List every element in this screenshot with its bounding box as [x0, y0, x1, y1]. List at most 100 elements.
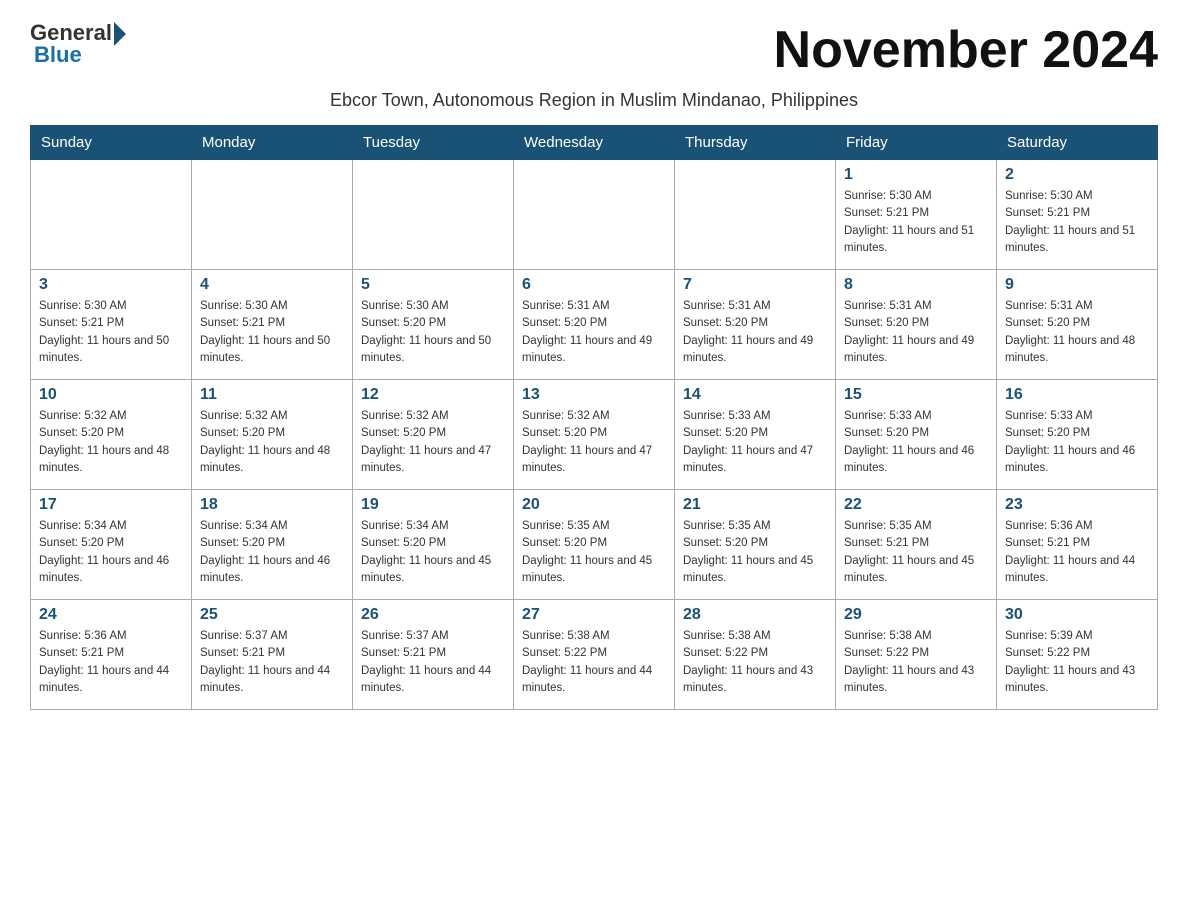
- day-number: 30: [1005, 606, 1149, 624]
- day-info: Sunrise: 5:30 AM Sunset: 5:21 PM Dayligh…: [844, 188, 988, 257]
- day-number: 3: [39, 276, 183, 294]
- day-number: 18: [200, 496, 344, 514]
- day-info: Sunrise: 5:31 AM Sunset: 5:20 PM Dayligh…: [522, 298, 666, 367]
- day-number: 9: [1005, 276, 1149, 294]
- calendar-day-cell: 11 Sunrise: 5:32 AM Sunset: 5:20 PM Dayli…: [192, 380, 353, 490]
- day-info: Sunrise: 5:30 AM Sunset: 5:21 PM Dayligh…: [200, 298, 344, 367]
- logo-arrow-icon: [114, 22, 126, 46]
- calendar-day-cell: 19Sunrise: 5:34 AM Sunset: 5:20 PM Dayli…: [353, 490, 514, 600]
- calendar-day-cell: 14 Sunrise: 5:33 AM Sunset: 5:20 PM Dayli…: [675, 380, 836, 490]
- calendar-day-cell: 15 Sunrise: 5:33 AM Sunset: 5:20 PM Dayli…: [836, 380, 997, 490]
- day-info: Sunrise: 5:32 AM Sunset: 5:20 PM Dayligh…: [200, 408, 344, 477]
- calendar-day-header: Wednesday: [514, 126, 675, 160]
- day-number: 14: [683, 386, 827, 404]
- day-info: Sunrise: 5:30 AM Sunset: 5:20 PM Dayligh…: [361, 298, 505, 367]
- calendar-day-cell: 24Sunrise: 5:36 AM Sunset: 5:21 PM Dayli…: [31, 600, 192, 710]
- calendar-table: SundayMondayTuesdayWednesdayThursdayFrid…: [30, 125, 1158, 710]
- day-info: Sunrise: 5:31 AM Sunset: 5:20 PM Dayligh…: [844, 298, 988, 367]
- day-info: Sunrise: 5:38 AM Sunset: 5:22 PM Dayligh…: [522, 628, 666, 697]
- day-number: 4: [200, 276, 344, 294]
- calendar-day-cell: 6 Sunrise: 5:31 AM Sunset: 5:20 PM Daylig…: [514, 270, 675, 380]
- day-info: Sunrise: 5:35 AM Sunset: 5:21 PM Dayligh…: [844, 518, 988, 587]
- page-header: General Blue November 2024: [30, 20, 1158, 80]
- day-number: 25: [200, 606, 344, 624]
- day-number: 17: [39, 496, 183, 514]
- calendar-day-cell: 8 Sunrise: 5:31 AM Sunset: 5:20 PM Daylig…: [836, 270, 997, 380]
- day-number: 12: [361, 386, 505, 404]
- calendar-day-cell: 7 Sunrise: 5:31 AM Sunset: 5:20 PM Daylig…: [675, 270, 836, 380]
- calendar-day-cell: 2 Sunrise: 5:30 AM Sunset: 5:21 PM Daylig…: [997, 160, 1158, 270]
- calendar-header-row: SundayMondayTuesdayWednesdayThursdayFrid…: [31, 126, 1158, 160]
- day-info: Sunrise: 5:31 AM Sunset: 5:20 PM Dayligh…: [683, 298, 827, 367]
- calendar-day-cell: 26Sunrise: 5:37 AM Sunset: 5:21 PM Dayli…: [353, 600, 514, 710]
- day-info: Sunrise: 5:30 AM Sunset: 5:21 PM Dayligh…: [39, 298, 183, 367]
- day-number: 28: [683, 606, 827, 624]
- day-info: Sunrise: 5:39 AM Sunset: 5:22 PM Dayligh…: [1005, 628, 1149, 697]
- calendar-day-cell: [675, 160, 836, 270]
- calendar-day-cell: 9 Sunrise: 5:31 AM Sunset: 5:20 PM Daylig…: [997, 270, 1158, 380]
- day-number: 6: [522, 276, 666, 294]
- day-number: 26: [361, 606, 505, 624]
- calendar-week-row: 24Sunrise: 5:36 AM Sunset: 5:21 PM Dayli…: [31, 600, 1158, 710]
- day-info: Sunrise: 5:33 AM Sunset: 5:20 PM Dayligh…: [1005, 408, 1149, 477]
- day-number: 2: [1005, 166, 1149, 184]
- calendar-week-row: 1 Sunrise: 5:30 AM Sunset: 5:21 PM Daylig…: [31, 160, 1158, 270]
- day-number: 7: [683, 276, 827, 294]
- calendar-day-cell: 20 Sunrise: 5:35 AM Sunset: 5:20 PM Dayli…: [514, 490, 675, 600]
- calendar-day-header: Monday: [192, 126, 353, 160]
- day-number: 8: [844, 276, 988, 294]
- calendar-day-header: Sunday: [31, 126, 192, 160]
- calendar-day-cell: 22 Sunrise: 5:35 AM Sunset: 5:21 PM Dayli…: [836, 490, 997, 600]
- day-info: Sunrise: 5:34 AM Sunset: 5:20 PM Dayligh…: [39, 518, 183, 587]
- calendar-day-cell: 10Sunrise: 5:32 AM Sunset: 5:20 PM Dayli…: [31, 380, 192, 490]
- logo: General Blue: [30, 20, 126, 68]
- calendar-day-cell: 28Sunrise: 5:38 AM Sunset: 5:22 PM Dayli…: [675, 600, 836, 710]
- day-info: Sunrise: 5:35 AM Sunset: 5:20 PM Dayligh…: [522, 518, 666, 587]
- page-subtitle: Ebcor Town, Autonomous Region in Muslim …: [30, 90, 1158, 111]
- day-info: Sunrise: 5:33 AM Sunset: 5:20 PM Dayligh…: [844, 408, 988, 477]
- day-number: 13: [522, 386, 666, 404]
- day-info: Sunrise: 5:37 AM Sunset: 5:21 PM Dayligh…: [200, 628, 344, 697]
- day-info: Sunrise: 5:38 AM Sunset: 5:22 PM Dayligh…: [844, 628, 988, 697]
- calendar-day-cell: [31, 160, 192, 270]
- day-number: 29: [844, 606, 988, 624]
- calendar-day-cell: [514, 160, 675, 270]
- calendar-week-row: 17 Sunrise: 5:34 AM Sunset: 5:20 PM Dayli…: [31, 490, 1158, 600]
- calendar-day-cell: 18 Sunrise: 5:34 AM Sunset: 5:20 PM Dayli…: [192, 490, 353, 600]
- calendar-day-cell: 5 Sunrise: 5:30 AM Sunset: 5:20 PM Daylig…: [353, 270, 514, 380]
- day-number: 5: [361, 276, 505, 294]
- calendar-day-cell: 30 Sunrise: 5:39 AM Sunset: 5:22 PM Dayli…: [997, 600, 1158, 710]
- calendar-day-cell: 29 Sunrise: 5:38 AM Sunset: 5:22 PM Dayli…: [836, 600, 997, 710]
- day-number: 16: [1005, 386, 1149, 404]
- day-number: 10: [39, 386, 183, 404]
- day-number: 15: [844, 386, 988, 404]
- day-info: Sunrise: 5:32 AM Sunset: 5:20 PM Dayligh…: [522, 408, 666, 477]
- day-number: 27: [522, 606, 666, 624]
- calendar-day-cell: [353, 160, 514, 270]
- calendar-day-cell: 13 Sunrise: 5:32 AM Sunset: 5:20 PM Dayli…: [514, 380, 675, 490]
- day-number: 1: [844, 166, 988, 184]
- calendar-day-cell: 17 Sunrise: 5:34 AM Sunset: 5:20 PM Dayli…: [31, 490, 192, 600]
- calendar-day-header: Friday: [836, 126, 997, 160]
- month-title: November 2024: [774, 20, 1158, 80]
- calendar-day-header: Tuesday: [353, 126, 514, 160]
- calendar-day-cell: 3 Sunrise: 5:30 AM Sunset: 5:21 PM Daylig…: [31, 270, 192, 380]
- day-info: Sunrise: 5:32 AM Sunset: 5:20 PM Dayligh…: [361, 408, 505, 477]
- day-number: 23: [1005, 496, 1149, 514]
- day-number: 24: [39, 606, 183, 624]
- day-number: 22: [844, 496, 988, 514]
- day-info: Sunrise: 5:36 AM Sunset: 5:21 PM Dayligh…: [1005, 518, 1149, 587]
- calendar-day-cell: 21Sunrise: 5:35 AM Sunset: 5:20 PM Dayli…: [675, 490, 836, 600]
- day-number: 11: [200, 386, 344, 404]
- calendar-day-cell: 16 Sunrise: 5:33 AM Sunset: 5:20 PM Dayli…: [997, 380, 1158, 490]
- day-number: 19: [361, 496, 505, 514]
- calendar-day-cell: [192, 160, 353, 270]
- day-info: Sunrise: 5:34 AM Sunset: 5:20 PM Dayligh…: [200, 518, 344, 587]
- calendar-day-header: Saturday: [997, 126, 1158, 160]
- day-info: Sunrise: 5:33 AM Sunset: 5:20 PM Dayligh…: [683, 408, 827, 477]
- day-info: Sunrise: 5:35 AM Sunset: 5:20 PM Dayligh…: [683, 518, 827, 587]
- day-number: 20: [522, 496, 666, 514]
- calendar-day-cell: 1 Sunrise: 5:30 AM Sunset: 5:21 PM Daylig…: [836, 160, 997, 270]
- day-info: Sunrise: 5:31 AM Sunset: 5:20 PM Dayligh…: [1005, 298, 1149, 367]
- day-info: Sunrise: 5:30 AM Sunset: 5:21 PM Dayligh…: [1005, 188, 1149, 257]
